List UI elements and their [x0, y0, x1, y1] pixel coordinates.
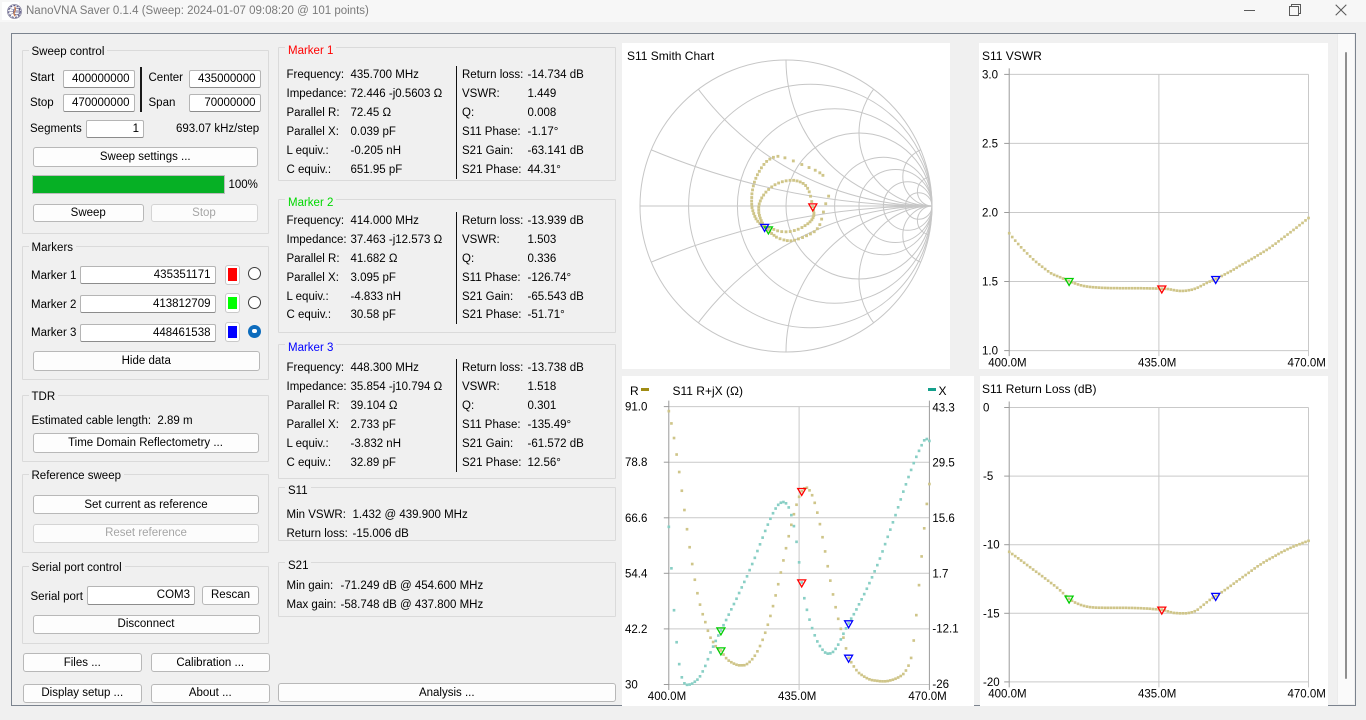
- svg-text:1.5: 1.5: [982, 277, 998, 289]
- svg-text:435.0M: 435.0M: [1138, 689, 1176, 701]
- svg-text:29.5: 29.5: [932, 458, 954, 470]
- svg-text:54.4: 54.4: [625, 568, 648, 580]
- svg-text:43.3: 43.3: [932, 402, 954, 414]
- svg-text:1.0: 1.0: [982, 346, 998, 358]
- svg-text:0: 0: [983, 403, 989, 415]
- svg-text:-12.1: -12.1: [932, 624, 958, 636]
- svg-text:470.0M: 470.0M: [1288, 357, 1326, 369]
- svg-text:435.0M: 435.0M: [1138, 357, 1176, 369]
- svg-text:66.6: 66.6: [625, 513, 647, 525]
- svg-text:2.5: 2.5: [982, 138, 998, 150]
- svg-text:30: 30: [625, 680, 638, 692]
- svg-text:78.8: 78.8: [625, 457, 647, 469]
- svg-text:91.0: 91.0: [625, 402, 647, 414]
- svg-text:-10: -10: [983, 540, 1000, 552]
- svg-text:-26: -26: [932, 679, 949, 691]
- svg-text:15.6: 15.6: [932, 513, 954, 525]
- svg-text:42.2: 42.2: [625, 624, 647, 636]
- svg-text:3.0: 3.0: [982, 69, 998, 81]
- svg-text:2.0: 2.0: [982, 208, 998, 220]
- svg-text:435.0M: 435.0M: [778, 691, 816, 703]
- svg-text:-5: -5: [983, 471, 993, 483]
- svg-text:470.0M: 470.0M: [1288, 689, 1326, 701]
- svg-text:-20: -20: [983, 677, 1000, 689]
- svg-text:470.0M: 470.0M: [908, 691, 946, 703]
- svg-text:400.0M: 400.0M: [648, 691, 686, 703]
- svg-text:-15: -15: [983, 608, 1000, 620]
- svg-text:400.0M: 400.0M: [988, 357, 1026, 369]
- svg-text:400.0M: 400.0M: [988, 689, 1026, 701]
- svg-text:1.7: 1.7: [932, 569, 948, 581]
